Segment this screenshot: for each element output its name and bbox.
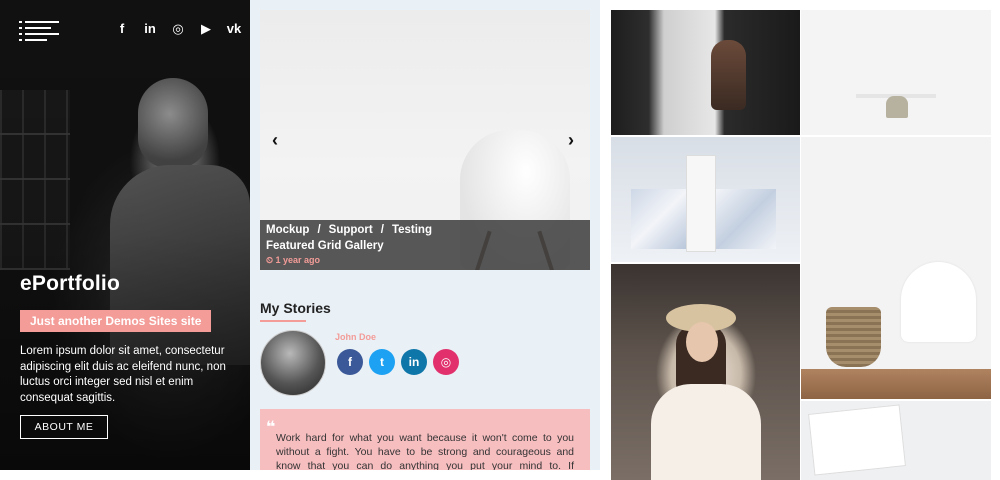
instagram-icon[interactable]: ◎ — [169, 20, 187, 38]
vk-icon[interactable]: vk — [225, 20, 243, 38]
category-link[interactable]: Mockup — [266, 224, 309, 236]
category-separator: / — [317, 224, 321, 236]
author-avatar — [260, 330, 326, 396]
quote-card: ❝ Work hard for what you want because it… — [260, 409, 590, 470]
gallery-image-hat-woman[interactable] — [611, 264, 800, 480]
site-bio: Lorem ipsum dolor sit amet, consectetur … — [20, 345, 226, 404]
gallery-marble-block — [716, 189, 776, 249]
gallery-chair — [901, 262, 976, 342]
instagram-icon[interactable]: ◎ — [433, 349, 459, 375]
heading-underline — [260, 320, 306, 322]
gallery-image-chair-basket[interactable] — [801, 137, 991, 399]
facebook-icon[interactable]: f — [113, 20, 131, 38]
gallery-sweater — [651, 384, 761, 480]
slider-prev-icon[interactable]: ‹ — [272, 130, 278, 151]
author-name[interactable]: John Doe — [335, 332, 376, 342]
header-social-links: f in ◎ ▶ vk — [113, 20, 243, 38]
hero-panel: f in ◎ ▶ vk ePortfolio Just another Demo… — [0, 0, 250, 470]
menu-toggle-icon[interactable] — [19, 21, 59, 41]
content-column: ‹ › Mockup / Support / Testing Featured … — [250, 0, 600, 470]
gallery-basket — [826, 307, 881, 367]
gallery-image-magazine[interactable] — [801, 401, 991, 480]
featured-slider: ‹ › Mockup / Support / Testing Featured … — [260, 10, 590, 270]
image-gallery — [611, 10, 991, 480]
quote-text: Work hard for what you want because it w… — [276, 432, 574, 470]
site-title[interactable]: ePortfolio — [20, 272, 120, 296]
gallery-book — [686, 155, 716, 252]
about-me-button[interactable]: ABOUT ME — [20, 415, 108, 439]
slide-categories: Mockup / Support / Testing — [266, 224, 432, 236]
category-link[interactable]: Support — [329, 224, 373, 236]
site-tagline: Just another Demos Sites site — [20, 310, 212, 332]
linkedin-icon[interactable]: in — [141, 20, 159, 38]
twitter-icon[interactable]: t — [369, 349, 395, 375]
linkedin-icon[interactable]: in — [401, 349, 427, 375]
category-link[interactable]: Testing — [392, 224, 432, 236]
slide-caption: Mockup / Support / Testing Featured Grid… — [260, 220, 590, 270]
gallery-image-books[interactable] — [611, 137, 800, 262]
gallery-face — [686, 322, 718, 362]
gallery-image-desk[interactable] — [801, 10, 991, 135]
slide-post-time: ⏲ 1 year ago — [266, 255, 321, 265]
slide-post-title[interactable]: Featured Grid Gallery — [266, 240, 384, 252]
quote-icon: ❝ — [266, 419, 276, 436]
gallery-floor — [801, 369, 991, 399]
gallery-figure — [711, 40, 746, 110]
facebook-icon[interactable]: f — [337, 349, 363, 375]
category-separator: / — [380, 224, 384, 236]
gallery-marble-block — [631, 189, 686, 249]
gallery-chair — [886, 96, 908, 118]
my-stories-heading: My Stories — [260, 300, 331, 316]
gallery-magazine — [808, 404, 906, 476]
slider-next-icon[interactable]: › — [568, 130, 574, 151]
youtube-icon[interactable]: ▶ — [197, 20, 215, 38]
gallery-image-window-woman[interactable] — [611, 10, 800, 135]
